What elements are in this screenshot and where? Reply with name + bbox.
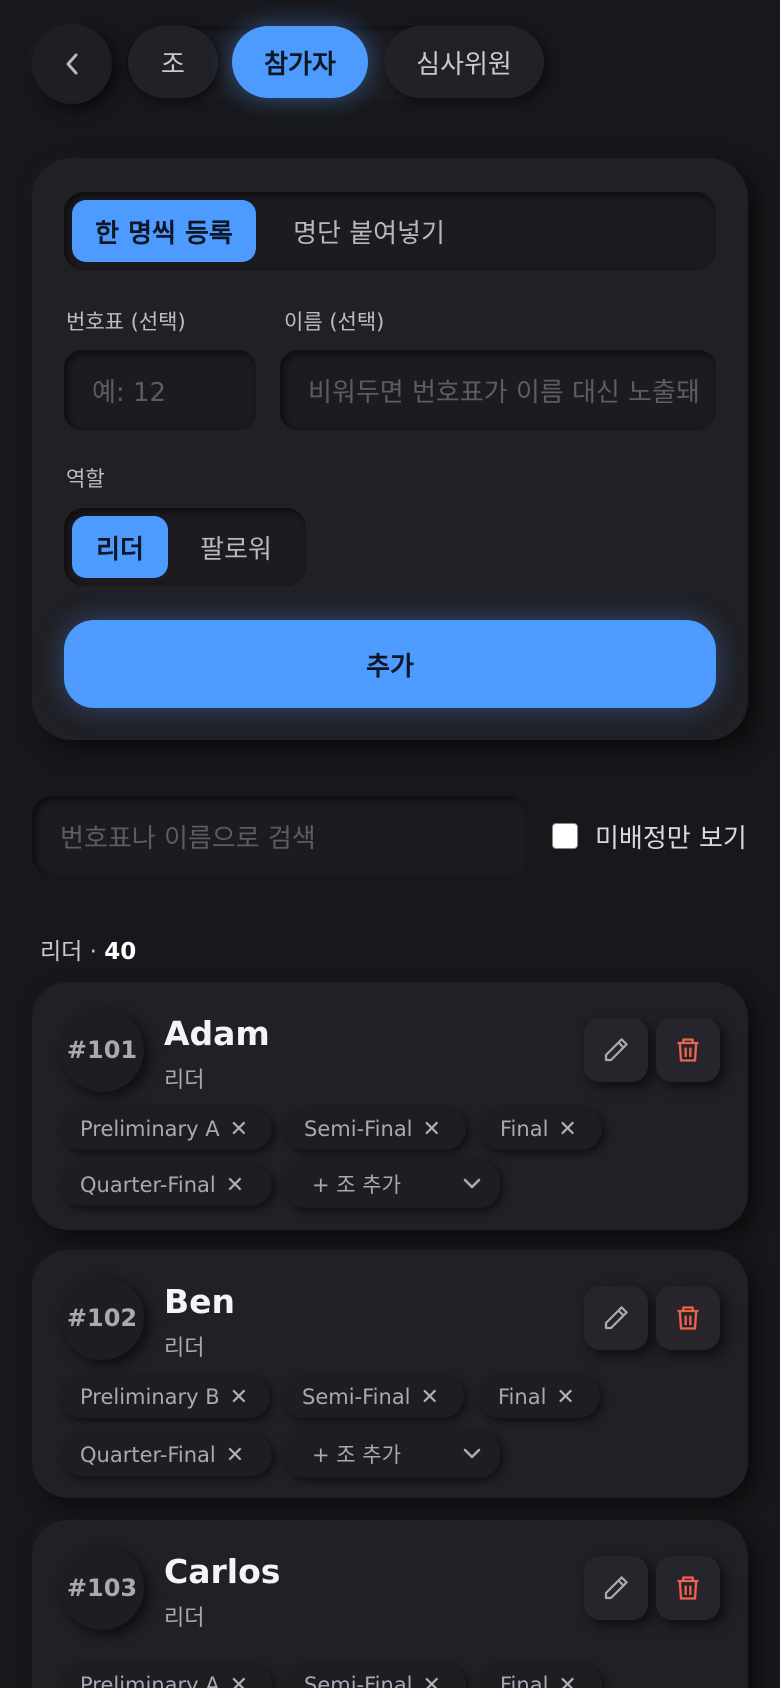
group-chip-label: Final <box>500 1673 549 1688</box>
edit-button[interactable] <box>584 1286 648 1350</box>
remove-icon[interactable]: ✕ <box>230 1117 248 1142</box>
edit-button[interactable] <box>584 1556 648 1620</box>
bib-avatar: #103 <box>60 1546 144 1630</box>
group-chip: Semi-Final ✕ <box>284 1664 466 1688</box>
role-label: 역할 <box>66 467 105 491</box>
participant-name: Ben <box>164 1282 236 1321</box>
remove-icon[interactable]: ✕ <box>421 1385 439 1410</box>
add-button[interactable]: 추가 <box>64 620 716 708</box>
unassigned-only-checkbox[interactable] <box>552 823 578 849</box>
name-input[interactable]: 비워두면 번호표가 이름 대신 노출돼 <box>280 350 716 430</box>
group-chip-label: Quarter-Final <box>80 1443 216 1467</box>
add-group-label: + 조 추가 <box>312 1173 401 1197</box>
tab-judges[interactable]: 심사위원 <box>384 26 544 98</box>
add-group-select[interactable]: + 조 추가 <box>284 1430 500 1478</box>
remove-icon[interactable]: ✕ <box>230 1385 248 1410</box>
group-chip: Semi-Final ✕ <box>284 1108 466 1150</box>
participant-role: 리더 <box>164 1606 205 1631</box>
chevron-down-icon <box>463 1448 481 1459</box>
group-chip-label: Quarter-Final <box>80 1173 216 1197</box>
bib-avatar: #101 <box>60 1008 144 1092</box>
section-role: 리더 · <box>40 939 105 965</box>
section-count: 40 <box>104 939 137 965</box>
pencil-icon <box>604 1038 628 1062</box>
group-chip: Final ✕ <box>480 1664 602 1688</box>
bib-avatar: #102 <box>60 1276 144 1360</box>
section-header: 리더 · 40 <box>40 932 136 966</box>
add-group-label: + 조 추가 <box>312 1443 401 1467</box>
delete-button[interactable] <box>656 1286 720 1350</box>
name-label: 이름 (선택) <box>284 310 385 334</box>
group-chip: Quarter-Final ✕ <box>60 1164 272 1206</box>
tab-groups[interactable]: 조 <box>128 26 218 98</box>
remove-icon[interactable]: ✕ <box>230 1673 248 1688</box>
group-chip-label: Final <box>500 1117 549 1141</box>
participant-card: #103 Carlos 리더 Preliminary A ✕ Semi-Final… <box>32 1520 748 1688</box>
role-leader[interactable]: 리더 <box>72 516 168 578</box>
delete-button[interactable] <box>656 1556 720 1620</box>
remove-icon[interactable]: ✕ <box>226 1173 244 1198</box>
add-group-select[interactable]: + 조 추가 <box>284 1160 500 1208</box>
delete-button[interactable] <box>656 1018 720 1082</box>
tab-participants[interactable]: 참가자 <box>232 26 368 98</box>
group-chip-label: Preliminary A <box>80 1117 220 1141</box>
bib-input[interactable]: 예: 12 <box>64 350 256 430</box>
participant-card: #101 Adam 리더 Preliminary A ✕ Semi-Final ✕ … <box>32 982 748 1230</box>
entry-mode-toggle: 한 명씩 등록 명단 붙여넣기 <box>64 192 716 270</box>
chevron-down-icon <box>463 1178 481 1189</box>
group-chip: Preliminary B ✕ <box>60 1376 270 1418</box>
role-toggle: 리더 팔로워 <box>64 508 306 586</box>
edit-button[interactable] <box>584 1018 648 1082</box>
bib-label: 번호표 (선택) <box>66 310 186 334</box>
group-chip-label: Final <box>498 1385 547 1409</box>
group-chip-label: Semi-Final <box>304 1117 413 1141</box>
group-chip: Final ✕ <box>478 1376 600 1418</box>
group-chip-label: Preliminary A <box>80 1673 220 1688</box>
pencil-icon <box>604 1576 628 1600</box>
unassigned-only-label: 미배정만 보기 <box>595 824 747 854</box>
group-chip-label: Semi-Final <box>304 1673 413 1688</box>
participant-name: Adam <box>164 1014 270 1053</box>
participant-card: #102 Ben 리더 Preliminary B ✕ Semi-Final ✕ F… <box>32 1250 748 1498</box>
participant-role: 리더 <box>164 1336 205 1361</box>
group-chip: Preliminary A ✕ <box>60 1108 272 1150</box>
group-chip: Final ✕ <box>480 1108 602 1150</box>
trash-icon <box>677 1038 699 1062</box>
back-button[interactable] <box>32 24 112 104</box>
trash-icon <box>677 1576 699 1600</box>
chevron-left-icon <box>66 53 78 75</box>
main-tabs: 조 참가자 심사위원 <box>126 26 546 102</box>
participant-role: 리더 <box>164 1068 205 1093</box>
search-input[interactable]: 번호표나 이름으로 검색 <box>32 796 528 876</box>
pencil-icon <box>604 1306 628 1330</box>
group-chip: Quarter-Final ✕ <box>60 1434 272 1476</box>
remove-icon[interactable]: ✕ <box>423 1673 441 1688</box>
remove-icon[interactable]: ✕ <box>558 1673 576 1688</box>
mode-single-entry[interactable]: 한 명씩 등록 <box>72 200 256 262</box>
role-follower[interactable]: 팔로워 <box>176 516 296 578</box>
group-chip: Preliminary A ✕ <box>60 1664 272 1688</box>
remove-icon[interactable]: ✕ <box>226 1443 244 1468</box>
remove-icon[interactable]: ✕ <box>556 1385 574 1410</box>
group-chip: Semi-Final ✕ <box>282 1376 464 1418</box>
trash-icon <box>677 1306 699 1330</box>
mode-paste-list[interactable]: 명단 붙여넣기 <box>264 200 474 262</box>
participant-name: Carlos <box>164 1552 281 1591</box>
group-chip-label: Preliminary B <box>80 1385 220 1409</box>
remove-icon[interactable]: ✕ <box>558 1117 576 1142</box>
group-chip-label: Semi-Final <box>302 1385 411 1409</box>
remove-icon[interactable]: ✕ <box>423 1117 441 1142</box>
